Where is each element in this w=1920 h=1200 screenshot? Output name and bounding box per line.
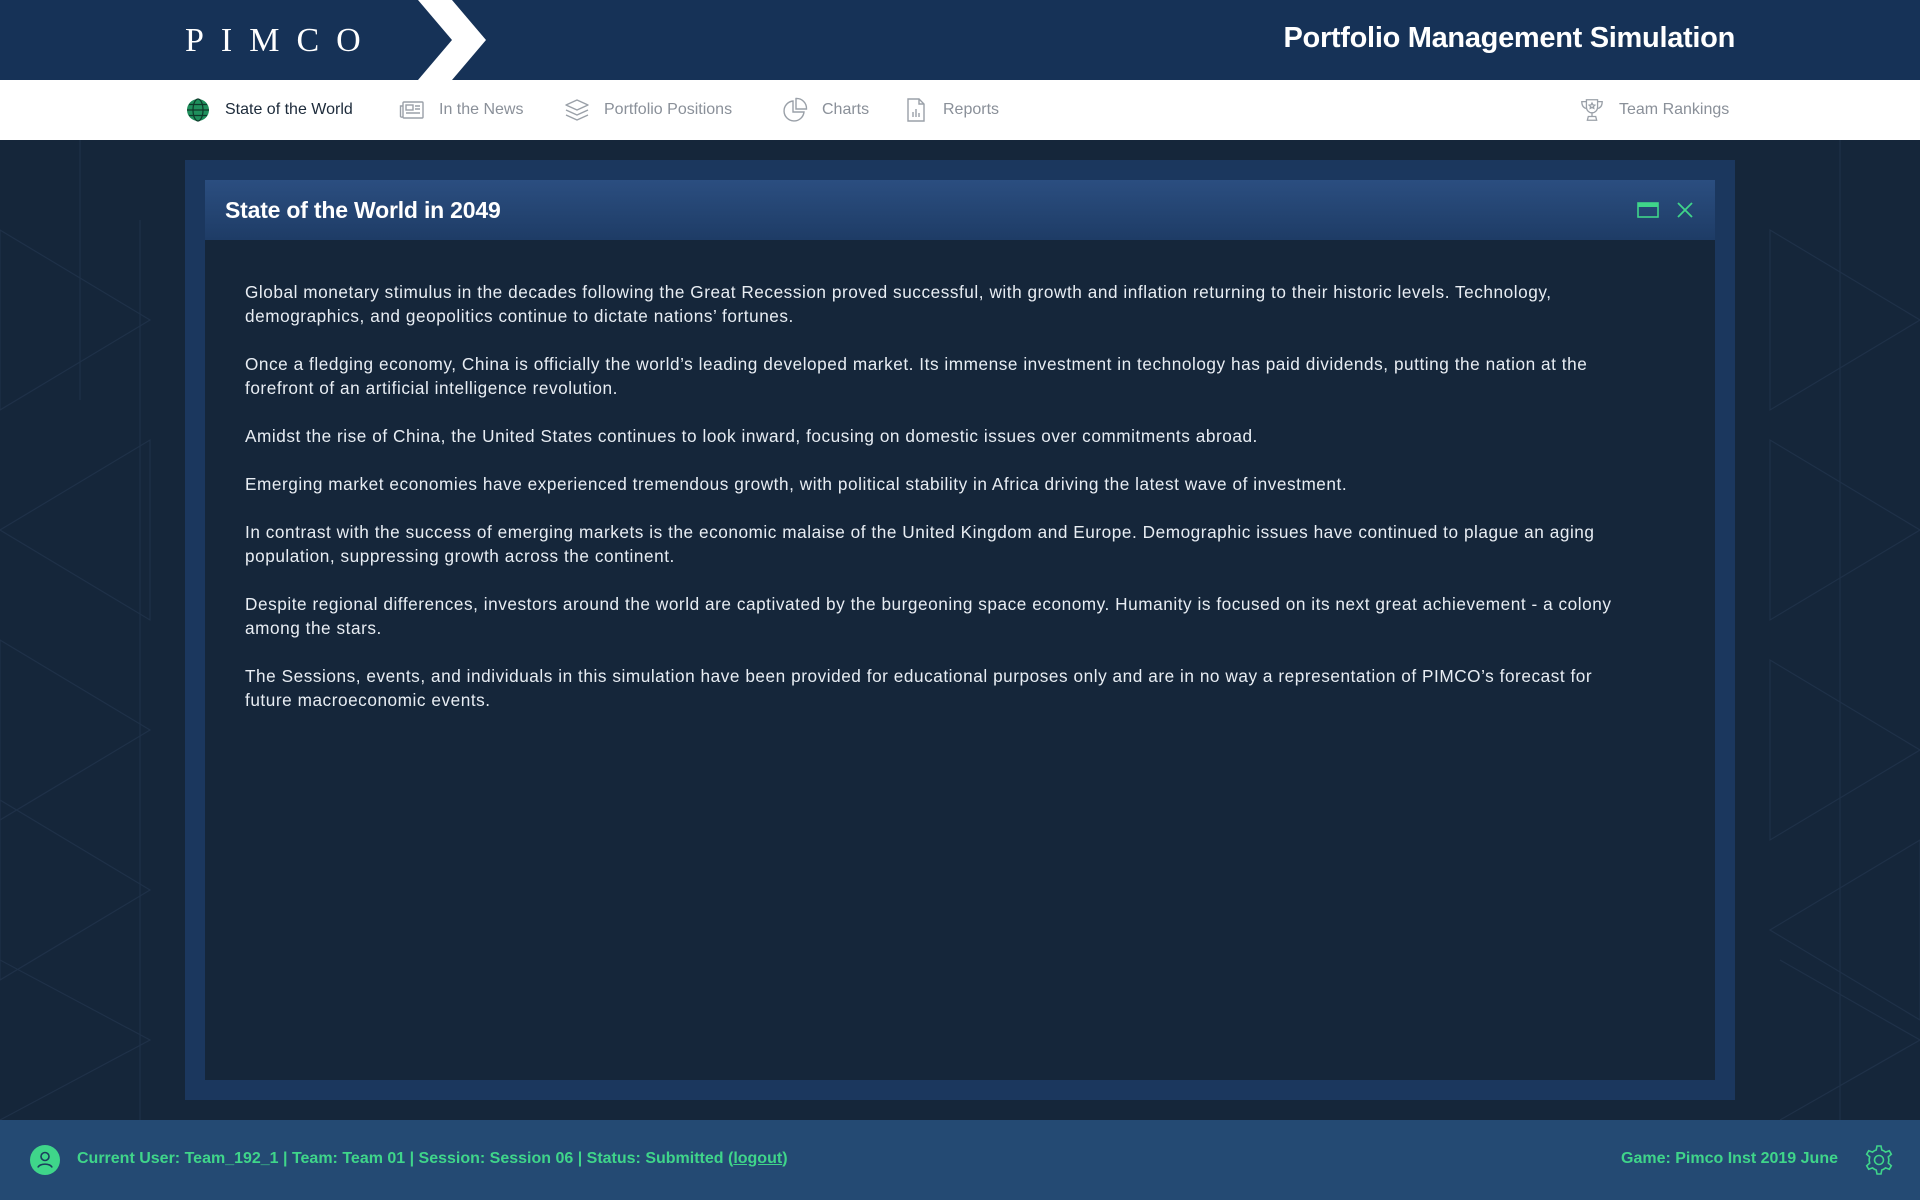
app-header: PIMCO Portfolio Management Simulation (0, 0, 1920, 80)
nav-label: Reports (943, 101, 1000, 118)
report-icon (903, 97, 929, 123)
status-text: Current User: Team_192_1 | Team: Team 01… (77, 1150, 734, 1167)
user-icon (30, 1145, 60, 1175)
game-label: Game: Pimco Inst 2019 June (1621, 1150, 1838, 1167)
nav-item-charts[interactable]: Charts (782, 80, 869, 140)
paragraph: The Sessions, events, and individuals in… (245, 666, 1593, 710)
pie-chart-icon (782, 97, 808, 123)
status-footer: Current User: Team_192_1 | Team: Team 01… (0, 1120, 1920, 1200)
gear-icon[interactable] (1863, 1144, 1895, 1176)
state-of-world-panel: State of the World in 2049 Global moneta… (205, 180, 1715, 1080)
status-text-end: ) (782, 1150, 788, 1167)
nav-item-team-rankings[interactable]: Team Rankings (1579, 80, 1729, 140)
app-title: Portfolio Management Simulation (1283, 22, 1735, 54)
nav-item-in-the-news[interactable]: In the News (399, 80, 523, 140)
paragraph: Despite regional differences, investors … (245, 594, 1612, 638)
paragraph: In contrast with the success of emerging… (245, 522, 1595, 566)
paragraph: Global monetary stimulus in the decades … (245, 282, 1552, 326)
nav-label: Charts (822, 101, 870, 118)
close-button[interactable] (1672, 197, 1698, 223)
panel-body: Global monetary stimulus in the decades … (245, 280, 1615, 736)
layers-icon (564, 97, 590, 123)
session-status: Current User: Team_192_1 | Team: Team 01… (77, 1150, 788, 1168)
paragraph: Amidst the rise of China, the United Sta… (245, 426, 1258, 446)
nav-item-reports[interactable]: Reports (903, 80, 999, 140)
trophy-icon (1579, 97, 1605, 123)
close-icon (1677, 202, 1693, 218)
main-nav: State of the World In the News Portfolio… (0, 80, 1920, 140)
paragraph: Emerging market economies have experienc… (245, 474, 1348, 494)
newspaper-icon (399, 97, 425, 123)
nav-label: Portfolio Positions (604, 101, 733, 118)
nav-item-portfolio-positions[interactable]: Portfolio Positions (564, 80, 732, 140)
panel-title: State of the World in 2049 (225, 197, 501, 223)
pimco-logo: PIMCO (185, 22, 378, 59)
nav-label: In the News (439, 101, 524, 118)
nav-label: Team Rankings (1619, 101, 1730, 118)
nav-label: State of the World (225, 101, 353, 118)
maximize-icon (1637, 202, 1659, 218)
globe-icon (185, 97, 211, 123)
logo-chevron-icon (418, 0, 486, 80)
nav-item-state-of-the-world[interactable]: State of the World (185, 80, 353, 140)
panel-header: State of the World in 2049 (205, 180, 1715, 240)
maximize-button[interactable] (1635, 197, 1661, 223)
paragraph: Once a fledging economy, China is offici… (245, 354, 1588, 398)
logout-link[interactable]: logout (733, 1150, 782, 1167)
